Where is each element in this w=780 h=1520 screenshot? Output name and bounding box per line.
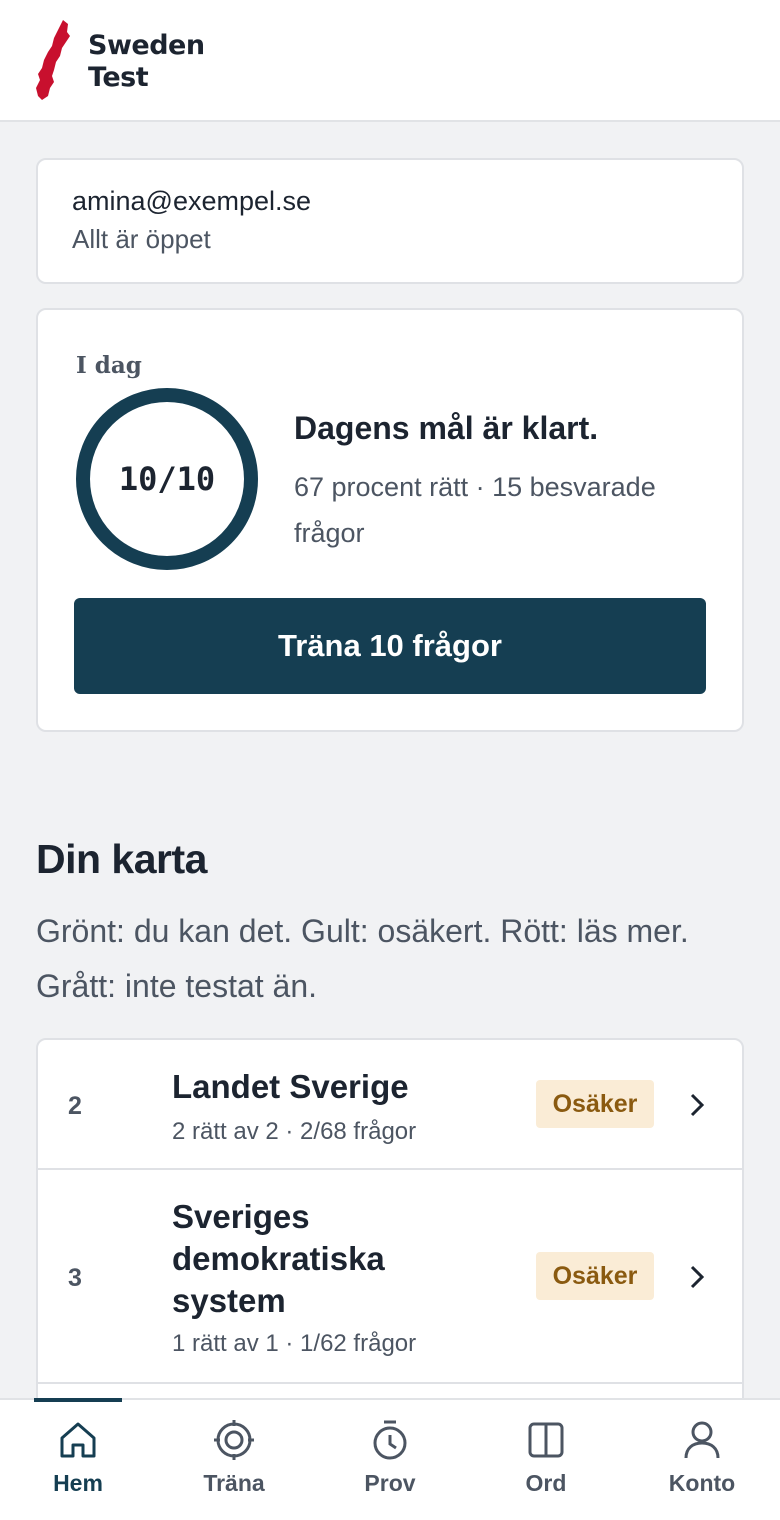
account-email: amina@exempel.se <box>72 186 312 216</box>
account-status: Allt är öppet <box>72 224 211 254</box>
brand-line-2: Test <box>88 62 149 93</box>
topic-name: Landet Sverige <box>172 1068 409 1105</box>
nav-label: Prov <box>364 1470 416 1496</box>
account-card: amina@exempel.se Allt är öppet <box>36 158 744 284</box>
active-indicator <box>34 1398 122 1402</box>
nav-item-trana[interactable]: Träna <box>156 1400 312 1520</box>
brand-line-1: Sweden <box>88 30 205 61</box>
nav-item-prov[interactable]: Prov <box>312 1400 468 1520</box>
today-label: I dag <box>76 352 142 379</box>
timer-icon <box>373 1420 407 1460</box>
home-icon <box>60 1422 96 1458</box>
today-card: I dag 10/10 Dagens mål är klart. 67 proc… <box>36 308 744 732</box>
target-icon <box>214 1420 254 1460</box>
bottom-nav: Hem Träna Prov Ord Konto <box>0 1398 780 1520</box>
train-button[interactable]: Träna 10 frågor <box>74 598 706 694</box>
nav-label: Träna <box>203 1470 265 1496</box>
topic-number: 3 <box>68 1264 82 1292</box>
status-badge: Osäker <box>536 1252 654 1300</box>
nav-item-konto[interactable]: Konto <box>624 1400 780 1520</box>
topic-list: 2 Landet Sverige 2 rätt av 2 · 2/68 fråg… <box>36 1038 744 1418</box>
status-badge: Osäker <box>536 1080 654 1128</box>
topic-meta: 1 rätt av 1 · 1/62 frågor <box>172 1330 417 1357</box>
topic-row[interactable]: 2 Landet Sverige 2 rätt av 2 · 2/68 fråg… <box>38 1040 742 1170</box>
nav-label: Ord <box>525 1470 567 1496</box>
nav-label: Hem <box>53 1470 103 1496</box>
chevron-right-icon <box>690 1093 705 1117</box>
goal-stats: 67 procent rätt · 15 besvarade frågor <box>294 472 656 548</box>
topic-name: Sveriges demokratiska system <box>172 1198 385 1319</box>
goal-title: Dagens mål är klart. <box>294 410 599 446</box>
nav-label: Konto <box>668 1470 736 1496</box>
map-description: Grönt: du kan det. Gult: osäkert. Rött: … <box>36 913 689 1004</box>
chevron-right-icon <box>690 1265 705 1289</box>
sweden-map-icon[interactable] <box>34 18 74 102</box>
brand-name[interactable]: Sweden Test <box>88 30 205 94</box>
progress-count: 10/10 <box>118 460 216 498</box>
nav-item-hem[interactable]: Hem <box>0 1398 156 1520</box>
topic-meta: 2 rätt av 2 · 2/68 frågor <box>172 1118 417 1145</box>
topic-row[interactable]: 3 Sveriges demokratiska system 1 rätt av… <box>38 1170 742 1384</box>
nav-item-ord[interactable]: Ord <box>468 1400 624 1520</box>
topic-number: 2 <box>68 1092 82 1120</box>
user-icon <box>684 1421 720 1459</box>
app-header: Sweden Test <box>0 0 780 122</box>
book-icon <box>528 1422 564 1458</box>
map-title: Din karta <box>36 836 207 882</box>
